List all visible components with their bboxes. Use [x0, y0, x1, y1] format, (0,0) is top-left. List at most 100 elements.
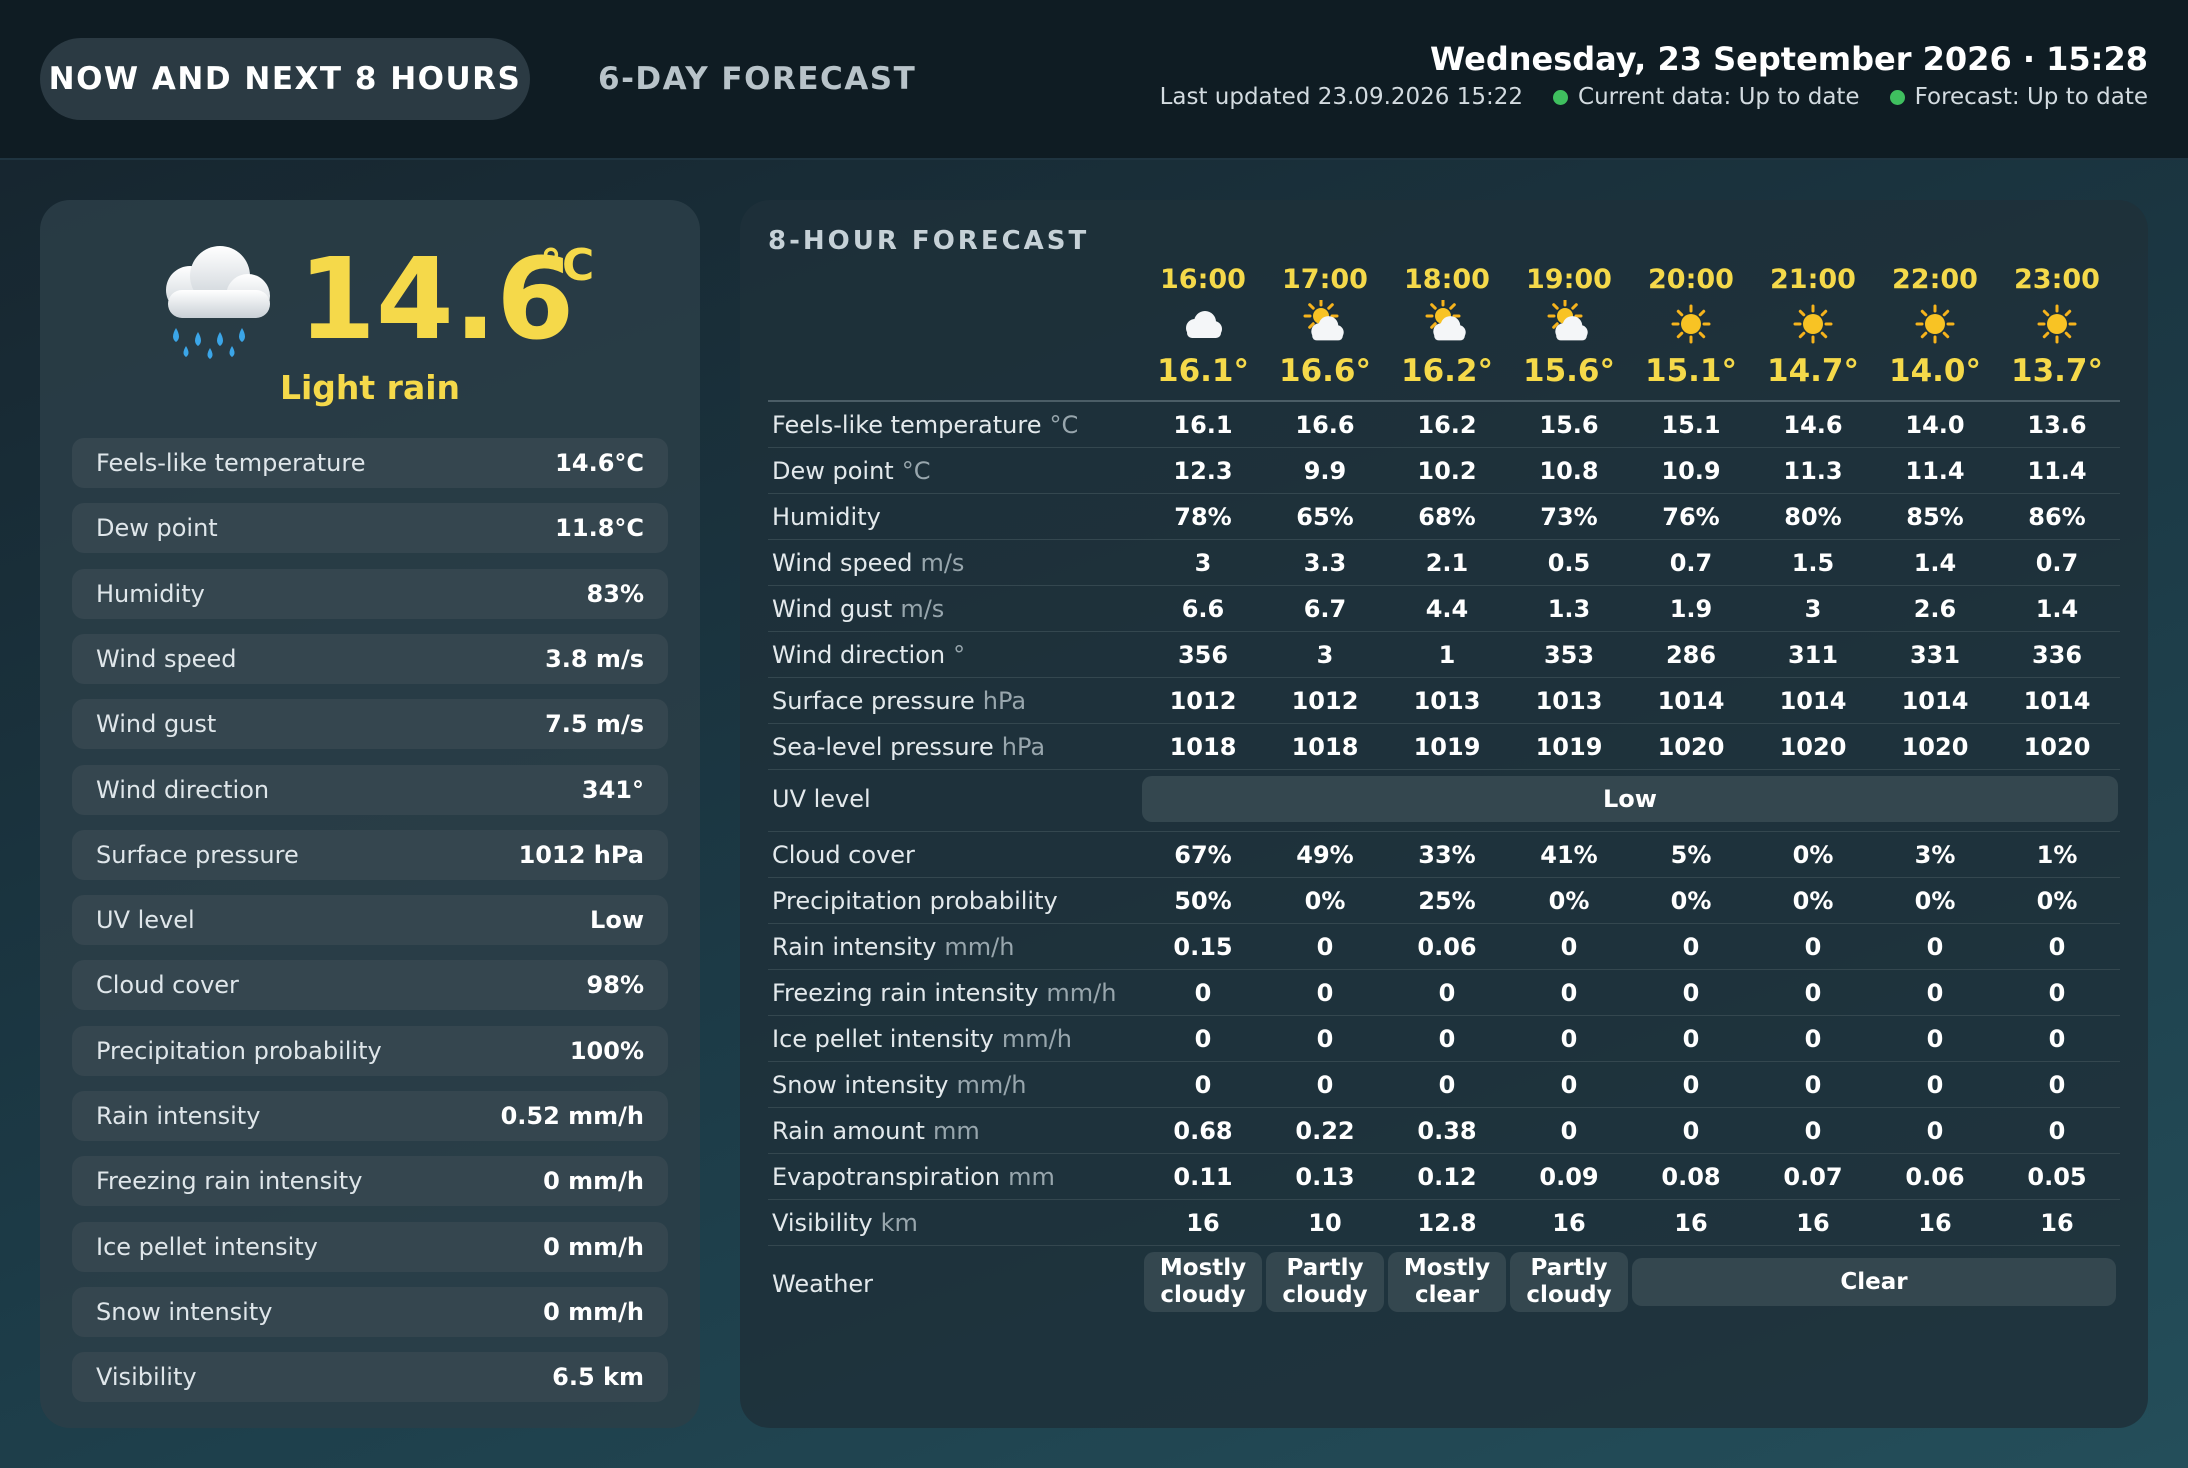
- row-label: Precipitation probability: [772, 878, 1058, 924]
- forecast-row-rain-amount: Rain amount mm 0.68 0.22 0.38 0 0 0 0 0: [768, 1108, 2120, 1154]
- table-cell: 0: [2048, 1117, 2066, 1145]
- row-unit: m/s: [900, 595, 945, 623]
- row-label-text: Snow intensity: [772, 1071, 949, 1099]
- metric-value: 341°: [581, 775, 644, 804]
- table-cell: 0%: [1548, 887, 1590, 915]
- tab-now-and-next-8-hours[interactable]: NOW AND NEXT 8 HOURS: [40, 38, 530, 120]
- row-label: Ice pellet intensity mm/h: [772, 1016, 1072, 1062]
- metric-row-ice-pellet-intensity: Ice pellet intensity 0 mm/h: [72, 1221, 668, 1272]
- metric-label: Dew point: [96, 514, 218, 543]
- table-cell: 0: [1560, 1025, 1578, 1053]
- metric-row-wind-direction: Wind direction 341°: [72, 764, 668, 815]
- uv-level-bar: Low: [1142, 776, 2118, 822]
- table-cell: 0: [1926, 1117, 1944, 1145]
- hour-column-2000: 20:00 15.1°: [1630, 260, 1752, 394]
- row-label-text: Rain intensity: [772, 933, 937, 961]
- row-label: Weather: [772, 1246, 873, 1318]
- row-label-text: Wind gust: [772, 595, 893, 623]
- metric-label: Wind gust: [96, 710, 217, 739]
- forecast-row-cloud-cover: Cloud cover 67% 49% 33% 41% 5% 0% 3% 1%: [768, 832, 2120, 878]
- table-cell: 73%: [1540, 503, 1598, 531]
- metric-label: Rain intensity: [96, 1102, 261, 1130]
- table-cell: 6.6: [1181, 595, 1225, 623]
- forecast-row-weather: Weather Mostly cloudy Partly cloudy Mostly …: [768, 1246, 2120, 1318]
- table-cell: 1013: [1535, 687, 1603, 715]
- metric-value: 3.8 m/s: [545, 644, 644, 673]
- row-label: Feels-like temperature °C: [772, 402, 1078, 448]
- row-label-text: Cloud cover: [772, 841, 915, 869]
- table-cell: 0: [1926, 979, 1944, 1007]
- hour-icon-wrap: [1996, 300, 2118, 348]
- forecast-row-evapotranspiration: Evapotranspiration mm 0.11 0.13 0.12 0.09 0.08…: [768, 1154, 2120, 1200]
- row-label: Snow intensity mm/h: [772, 1062, 1027, 1108]
- row-label-text: Wind direction: [772, 641, 946, 669]
- forecast-row-uv-level: UV level Low: [768, 770, 2120, 832]
- table-cell: 1013: [1413, 687, 1481, 715]
- sun-icon: [1793, 304, 1833, 344]
- metric-label: Freezing rain intensity: [96, 1167, 363, 1196]
- table-cell: 16: [1796, 1209, 1830, 1237]
- table-cell: 0: [1682, 979, 1700, 1007]
- table-cell: 1020: [1657, 733, 1725, 761]
- table-cell: 0: [1926, 1025, 1944, 1053]
- table-cell: 0%: [1914, 887, 1956, 915]
- table-cell: 0.13: [1295, 1163, 1355, 1191]
- forecast-row-rain-intensity: Rain intensity mm/h 0.15 0 0.06 0 0 0 0 0: [768, 924, 2120, 970]
- rain-cloud-icon: [166, 246, 270, 359]
- table-cell: 3.3: [1303, 549, 1347, 577]
- row-label: Surface pressure hPa: [772, 678, 1026, 724]
- row-unit: mm/h: [1046, 979, 1117, 1007]
- table-cell: 0.06: [1417, 933, 1477, 961]
- row-label-text: Sea-level pressure: [772, 733, 994, 761]
- table-cell: 0: [2048, 1071, 2066, 1099]
- hour-column-2100: 21:00 14.7°: [1752, 260, 1874, 394]
- row-label-text: Wind speed: [772, 549, 913, 577]
- sun-behind-cloud-icon: [1425, 300, 1466, 341]
- row-label-text: Dew point: [772, 457, 894, 485]
- metric-label: Surface pressure: [96, 840, 299, 869]
- table-cell: 0: [1560, 933, 1578, 961]
- metric-value: 14.6°C: [555, 449, 644, 477]
- hour-time: 23:00: [2014, 264, 2100, 295]
- table-cell: 12.3: [1173, 457, 1233, 485]
- metric-value: Low: [590, 906, 644, 935]
- hour-time: 20:00: [1648, 264, 1734, 295]
- table-cell: 0%: [1670, 887, 1712, 915]
- hour-column-2300: 23:00 13.7°: [1996, 260, 2118, 394]
- metric-label: Cloud cover: [96, 971, 239, 1000]
- table-cell: 76%: [1662, 503, 1720, 531]
- table-cell: 15.1: [1661, 411, 1721, 439]
- weather-partly-cloudy-pill: Partly cloudy: [1266, 1252, 1384, 1312]
- row-label-text: Visibility: [772, 1209, 873, 1237]
- hourly-forecast-card: 8-HOUR FORECAST 16:00 16.1° 17:00 16.6° 18:0…: [740, 200, 2148, 1428]
- table-cell: 10.2: [1417, 457, 1477, 485]
- table-cell: 0: [1682, 1117, 1700, 1145]
- forecast-row-wind-gust: Wind gust m/s 6.6 6.7 4.4 1.3 1.9 3 2.6 1.4: [768, 586, 2120, 632]
- table-cell: 336: [2031, 641, 2083, 669]
- current-condition: Light rain: [279, 368, 461, 407]
- row-label: Rain amount mm: [772, 1108, 980, 1154]
- table-cell: 286: [1665, 641, 1717, 669]
- sun-behind-cloud-icon: [1547, 300, 1588, 341]
- table-cell: 0: [1560, 979, 1578, 1007]
- table-cell: 0: [1194, 1071, 1212, 1099]
- table-cell: 0: [1438, 979, 1456, 1007]
- tab-6-day-forecast[interactable]: 6-DAY FORECAST: [598, 38, 916, 120]
- metric-label: Precipitation probability: [96, 1036, 382, 1065]
- current-data-status-text: Current data: Up to date: [1578, 84, 1860, 110]
- row-unit: °C: [901, 457, 931, 485]
- forecast-row-visibility: Visibility km 16 10 12.8 16 16 16 16 16: [768, 1200, 2120, 1246]
- table-cell: 0.09: [1539, 1163, 1599, 1191]
- hour-column-1600: 16:00 16.1°: [1142, 260, 1264, 394]
- metric-row-rain-intensity: Rain intensity 0.52 mm/h: [72, 1091, 668, 1141]
- hour-temperature: 16.6°: [1279, 353, 1371, 389]
- row-label-text: Ice pellet intensity: [772, 1025, 994, 1053]
- table-cell: 0: [1316, 979, 1334, 1007]
- hour-temperature: 16.1°: [1157, 353, 1249, 389]
- table-cell: 1020: [1901, 733, 1969, 761]
- row-label-text: Feels-like temperature: [772, 411, 1042, 439]
- sun-icon: [1671, 304, 1711, 344]
- table-cell: 16.1: [1173, 411, 1233, 439]
- metric-label: Humidity: [96, 579, 205, 608]
- hour-icon-wrap: [1264, 300, 1386, 348]
